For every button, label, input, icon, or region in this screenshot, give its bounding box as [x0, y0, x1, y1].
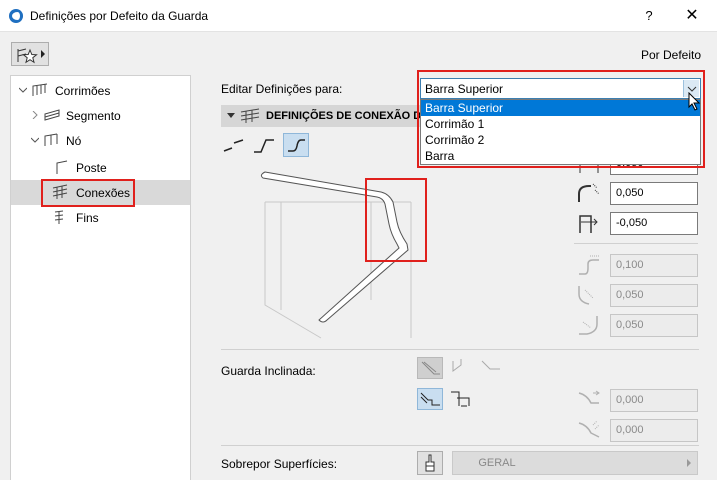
ends-icon [54, 210, 64, 224]
tree-label: Corrimões [55, 84, 111, 98]
settings-tree: Corrimões Segmento Nó Poste Conexões Fin… [10, 75, 191, 480]
step-length-field: 0,100 [610, 254, 698, 277]
inclined-type-3-icon [481, 360, 500, 370]
overrides-label: Sobrepor Superfícies: [221, 457, 338, 471]
paint-brush-icon [425, 454, 435, 472]
inclined-mode-2-icon [451, 391, 470, 407]
field-value: 0,000 [616, 424, 644, 436]
inclined-type-1-icon [421, 361, 440, 375]
chevron-right-icon[interactable] [31, 111, 39, 119]
window-title: Definições por Defeito da Guarda [30, 9, 209, 23]
segment-icon [44, 109, 60, 121]
inclined-offset-2-icon [577, 419, 601, 441]
tree-item-segmento[interactable]: Segmento [11, 103, 190, 128]
favorites-button[interactable] [11, 42, 49, 66]
inclined-mode-1-button[interactable] [417, 388, 443, 410]
inclined-offset-2-field: 0,000 [610, 419, 698, 442]
bend-radius-icon [577, 182, 601, 204]
inclined-type-1-button [417, 357, 443, 379]
annotation-highlight [41, 179, 135, 207]
field-value: 0,050 [616, 289, 644, 301]
title-bar: Definições por Defeito da Guarda ? ✕ [0, 0, 717, 32]
tree-item-corrimoes[interactable]: Corrimões [11, 78, 190, 103]
connection-angled-button[interactable] [251, 133, 277, 157]
close-button[interactable]: ✕ [678, 4, 706, 28]
inclined-type-2-icon [452, 359, 462, 372]
inclined-offset-1-icon [577, 389, 601, 411]
curved-connection-icon [288, 139, 305, 152]
inclined-mode-2-button[interactable] [447, 388, 473, 410]
connections-icon [240, 108, 260, 123]
step-length-icon [577, 254, 601, 276]
favorites-arrow-icon [41, 50, 45, 58]
connection-settings-header[interactable]: DEFINIÇÕES DE CONEXÃO DE [221, 105, 429, 127]
annotation-highlight [365, 178, 427, 262]
tree-item-conexoes[interactable]: Conexões [11, 179, 190, 207]
surface-material-select: GERAL [452, 451, 698, 475]
annotation-highlight [417, 70, 705, 168]
divider [221, 349, 699, 350]
favorites-star-icon [17, 48, 38, 64]
connection-straight-button[interactable] [221, 133, 247, 157]
horizontal-offset-icon [577, 212, 601, 234]
field-value: 0,050 [616, 187, 644, 199]
lower-radius-icon [577, 314, 601, 336]
straight-connection-icon [223, 139, 244, 152]
tree-item-no[interactable]: Nó [11, 128, 190, 153]
chevron-down-icon[interactable] [31, 136, 39, 144]
collapse-triangle-icon[interactable] [227, 113, 235, 118]
edit-for-label: Editar Definições para: [221, 82, 343, 96]
field-value: -0,050 [616, 217, 648, 229]
tree-label: Poste [76, 161, 107, 175]
railings-icon [32, 83, 48, 96]
help-button[interactable]: ? [636, 4, 662, 28]
field-value: 0,100 [616, 259, 644, 271]
tree-label: Fins [76, 211, 99, 225]
surface-material-value: GERAL [478, 457, 516, 469]
divider [574, 243, 698, 244]
bend-radius-field[interactable]: 0,050 [610, 182, 698, 205]
upper-radius-icon [577, 284, 601, 306]
inclined-mode-1-icon [420, 392, 440, 406]
node-icon [44, 133, 58, 146]
inclined-type-2-button [447, 357, 473, 379]
inclined-label: Guarda Inclinada: [221, 364, 316, 378]
tree-label: Nó [66, 134, 82, 148]
divider [221, 445, 699, 446]
tree-item-fins[interactable]: Fins [11, 205, 190, 230]
tree-label: Segmento [66, 109, 121, 123]
tree-item-poste[interactable]: Poste [11, 155, 190, 180]
angled-connection-icon [254, 139, 274, 153]
default-label: Por Defeito [640, 48, 701, 62]
section-title: DEFINIÇÕES DE CONEXÃO DE [266, 110, 429, 122]
post-icon [56, 160, 68, 174]
horizontal-offset-field[interactable]: -0,050 [610, 212, 698, 235]
connection-curved-button[interactable] [283, 133, 309, 157]
inclined-offset-1-field: 0,000 [610, 389, 698, 412]
chevron-down-icon[interactable] [19, 86, 27, 94]
upper-radius-field: 0,050 [610, 284, 698, 307]
archicad-icon [9, 9, 23, 23]
field-value: 0,000 [616, 394, 644, 406]
chevron-right-icon [687, 459, 691, 467]
mouse-cursor-icon [688, 92, 701, 111]
inclined-type-3-button [478, 357, 504, 379]
field-value: 0,050 [616, 319, 644, 331]
override-surfaces-button[interactable] [417, 451, 443, 475]
lower-radius-field: 0,050 [610, 314, 698, 337]
